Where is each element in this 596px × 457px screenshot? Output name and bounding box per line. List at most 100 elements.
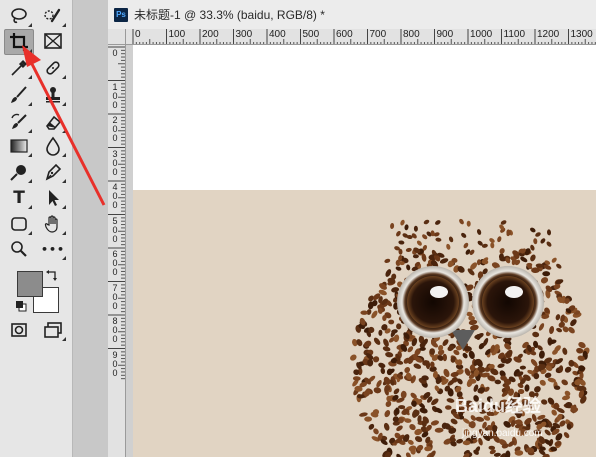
gradient-tool[interactable]: [5, 134, 33, 158]
ellipsis-icon: •••: [40, 242, 66, 256]
coffee-bean: [488, 445, 496, 450]
ruler-label: 300: [235, 29, 253, 40]
ruler-label: 200: [202, 29, 219, 40]
more-tools[interactable]: •••: [39, 237, 67, 261]
quick-selection-tool[interactable]: [39, 4, 67, 28]
ruler-label: 1200: [537, 29, 560, 40]
coffee-bean: [373, 428, 379, 435]
ruler-label: 900: [436, 29, 454, 40]
coffee-bean: [519, 365, 526, 370]
blur-tool[interactable]: [39, 134, 67, 158]
eraser-tool[interactable]: [39, 110, 67, 134]
document-tab[interactable]: Ps 未标题-1 @ 33.3% (baidu, RGB/8) *: [108, 0, 596, 30]
left-cup-eye: [397, 266, 469, 338]
coffee-bean: [384, 258, 391, 264]
rectangle-tool[interactable]: [5, 212, 33, 236]
coffee-bean: [359, 412, 368, 417]
coffee-bean: [570, 319, 577, 327]
hand-tool[interactable]: [39, 212, 67, 236]
bandage-icon: [43, 58, 63, 78]
frame-icon: [43, 31, 63, 51]
coffee-bean: [563, 432, 570, 439]
coffee-bean: [497, 236, 502, 243]
coffee-bean: [533, 238, 538, 245]
crop-icon: [9, 32, 29, 52]
coffee-bean: [383, 422, 390, 431]
zoom-tool[interactable]: [5, 237, 33, 261]
coffee-bean: [350, 354, 357, 361]
coffee-bean: [546, 229, 552, 236]
coffee-bean: [378, 362, 386, 369]
ruler-label: 100: [168, 29, 186, 40]
ruler-label: 600: [336, 29, 353, 40]
coffee-bean: [505, 450, 511, 457]
ruler-label: 6 0 0: [112, 249, 118, 277]
ruler-label: 0: [135, 29, 141, 40]
eyedropper-tool[interactable]: [5, 56, 33, 80]
coffee-bean: [520, 256, 528, 263]
ruler-origin[interactable]: [108, 29, 126, 45]
coffee-bean: [395, 266, 402, 271]
coffee-bean: [530, 254, 536, 262]
coffee-bean: [383, 338, 389, 347]
default-colors-icon[interactable]: [15, 299, 27, 317]
coffee-bean: [549, 325, 555, 335]
coffee-bean: [380, 367, 386, 375]
gradient-icon: [9, 136, 29, 156]
coffee-bean: [524, 384, 530, 392]
coffee-bean: [476, 229, 482, 235]
pen-icon: [43, 162, 63, 182]
eyedropper-icon: [9, 58, 29, 78]
coffee-bean: [435, 237, 442, 242]
coffee-bean: [542, 271, 551, 277]
coffee-bean: [494, 379, 502, 385]
coffee-bean: [385, 269, 392, 277]
coffee-bean: [419, 407, 428, 414]
coffee-bean: [388, 319, 395, 325]
ruler-label: 800: [403, 29, 420, 40]
frame-tool[interactable]: [39, 29, 67, 53]
brush-tool[interactable]: [5, 83, 33, 107]
quick-mask-icon: [9, 320, 29, 340]
coffee-bean: [562, 347, 568, 355]
arrow-icon: [43, 188, 63, 208]
dodge-tool[interactable]: [5, 160, 33, 184]
coffee-bean: [429, 348, 436, 355]
coffee-bean: [352, 376, 361, 381]
history-brush-tool[interactable]: [5, 110, 33, 134]
eraser-icon: [43, 112, 63, 132]
foreground-color-swatch[interactable]: [17, 271, 43, 297]
crop-tool[interactable]: [4, 29, 34, 55]
ruler-label: 5 0 0: [112, 215, 118, 244]
vertical-ruler[interactable]: 0 1 0 0 2 0 0 3 0 0 4 0 0 5 0 0 6 0 0 7 0 0 8 0 …: [108, 45, 126, 457]
clone-stamp-tool[interactable]: [39, 83, 67, 107]
hand-icon: [43, 214, 63, 234]
coffee-bean: [446, 243, 451, 250]
screen-mode[interactable]: [39, 318, 67, 342]
ruler-label: 0: [112, 48, 118, 58]
coffee-bean: [434, 427, 444, 433]
healing-brush-tool[interactable]: [39, 56, 67, 80]
coffee-bean: [384, 410, 391, 418]
photoshop-window: T ••• Ps 未标题-1 @ 33.3% (baidu, RGB/8) * …: [0, 0, 596, 457]
pen-tool[interactable]: [39, 160, 67, 184]
coffee-bean: [561, 379, 568, 386]
coffee-bean: [576, 347, 584, 354]
path-selection-tool[interactable]: [39, 186, 67, 210]
brush-icon: [9, 85, 29, 105]
type-tool[interactable]: T: [5, 186, 33, 210]
coffee-bean: [391, 287, 400, 293]
coffee-bean: [535, 232, 541, 237]
coffee-bean: [423, 219, 430, 225]
coffee-bean: [514, 450, 524, 456]
quick-mask-mode[interactable]: [5, 318, 33, 342]
horizontal-ruler[interactable]: 0 100 200 300 400 500 600 700 800 900 1000 1100 1200…: [126, 29, 596, 45]
drop-icon: [43, 136, 63, 156]
lasso-tool[interactable]: [5, 4, 33, 28]
ruler-label: 700: [369, 29, 387, 40]
screen-mode-icon: [43, 320, 63, 340]
coffee-bean: [412, 254, 419, 259]
swap-colors-icon[interactable]: [46, 268, 58, 286]
dodge-icon: [9, 162, 29, 182]
coffee-bean: [446, 398, 455, 403]
